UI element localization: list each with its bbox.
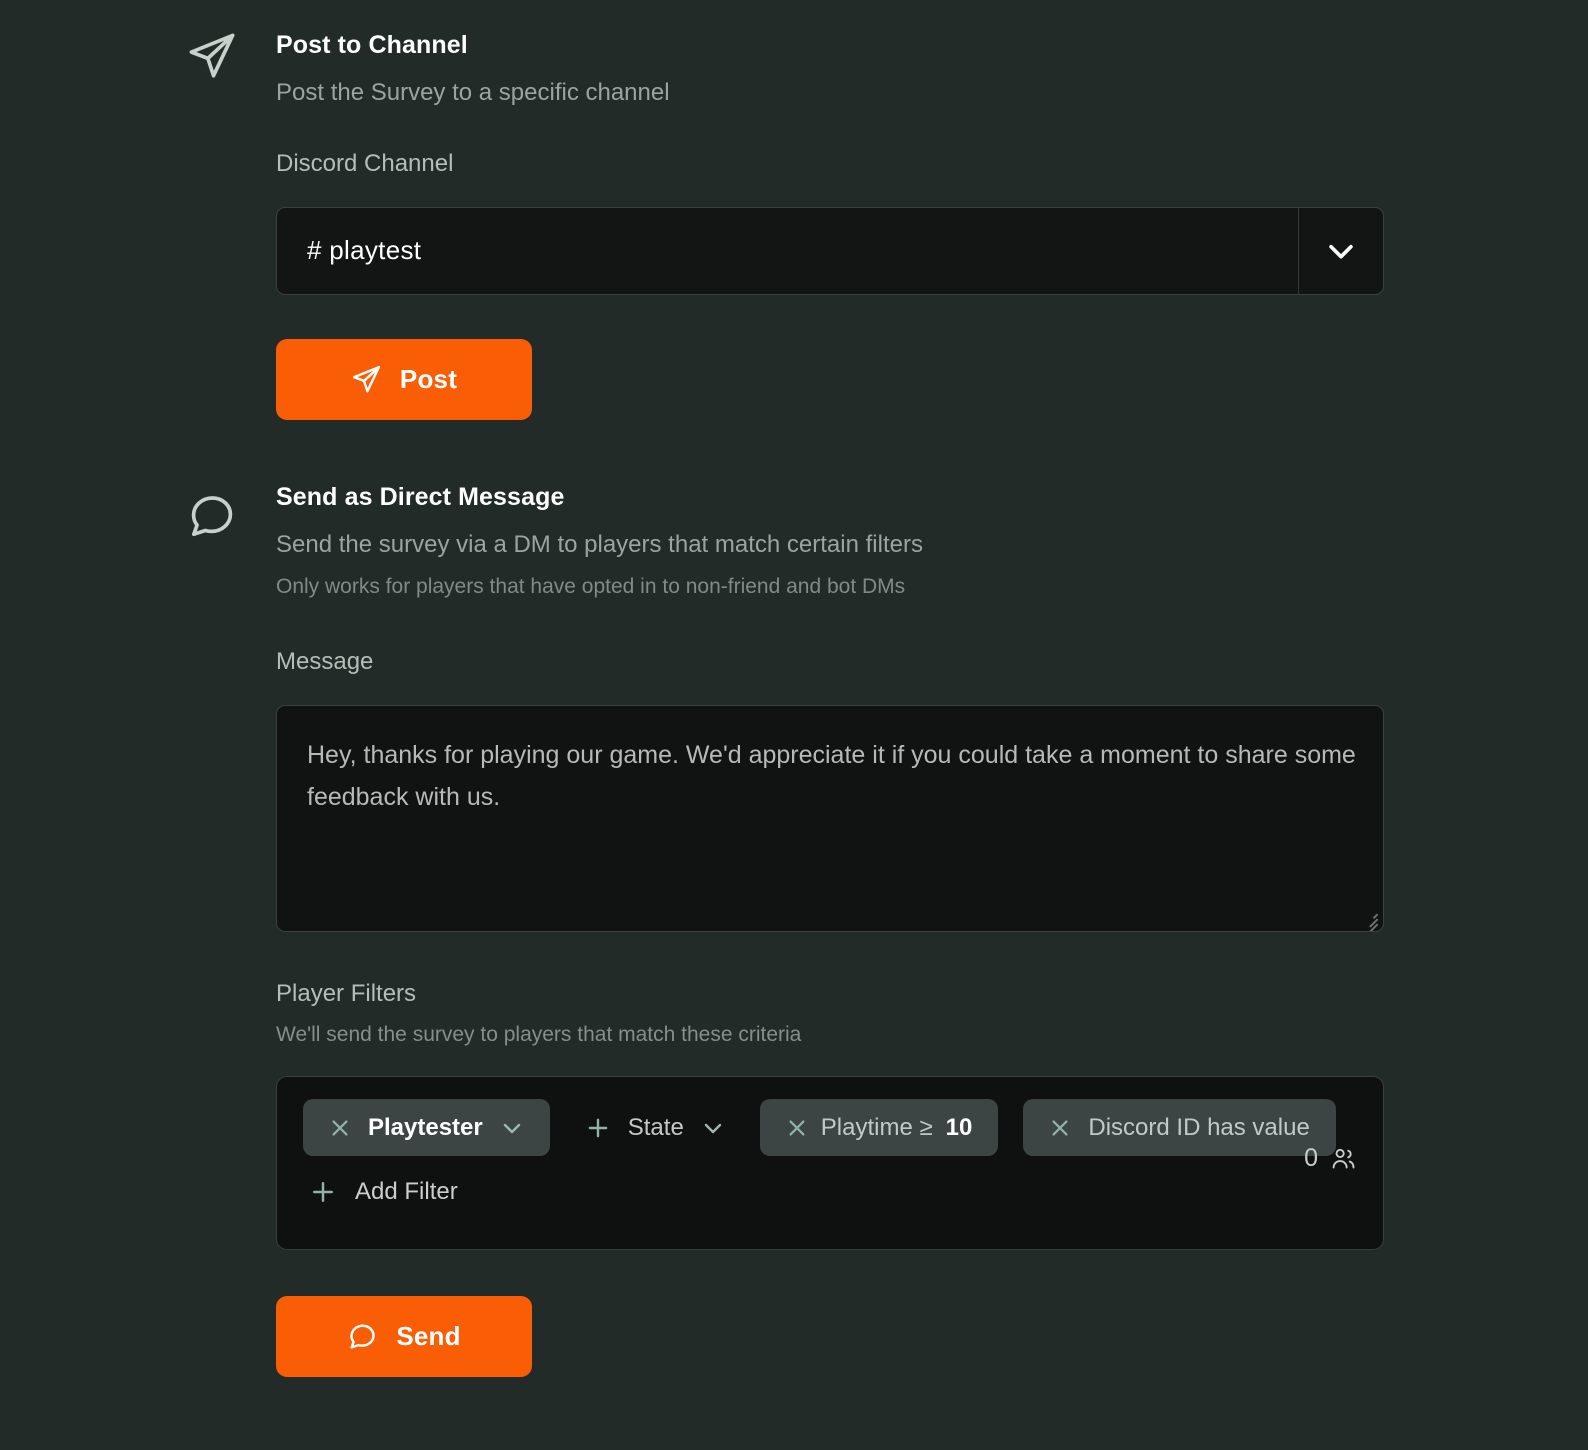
send-as-direct-message-section: Send as Direct Message Send the survey v… [0,482,1588,1377]
message-textarea-value: Hey, thanks for playing our game. We'd a… [307,734,1367,818]
filter-chip-row: Playtester [303,1099,1357,1156]
chat-bubble-icon [186,490,238,542]
discord-channel-select[interactable]: # playtest [276,207,1384,295]
plus-icon[interactable] [585,1115,611,1141]
dm-section-title: Send as Direct Message [276,482,1588,512]
resize-handle-icon[interactable] [1360,908,1378,926]
dm-section-body: Send as Direct Message Send the survey v… [276,482,1588,1377]
close-icon[interactable] [786,1117,808,1139]
paper-plane-icon [351,364,382,395]
filter-chip-label: State [628,1114,684,1142]
matching-players-number: 0 [1304,1144,1318,1173]
filter-chip-playtester[interactable]: Playtester [303,1099,550,1156]
people-icon [1330,1145,1357,1172]
add-filter-label: Add Filter [355,1178,458,1206]
chat-bubble-icon [347,1321,378,1352]
message-label: Message [276,648,1588,677]
filter-chip-label: Playtime ≥ [821,1114,933,1142]
filter-chip-discord-id[interactable]: Discord ID has value [1023,1099,1335,1156]
send-button-label: Send [396,1321,460,1352]
post-button[interactable]: Post [276,339,532,420]
filter-chip-playtime[interactable]: Playtime ≥ 10 [760,1099,999,1156]
paper-plane-icon [186,30,238,82]
player-filters-label: Player Filters [276,980,1588,1009]
add-filter-button[interactable]: Add Filter [309,1178,458,1206]
plus-icon [309,1178,337,1206]
post-section-body: Post to Channel Post the Survey to a spe… [276,30,1588,420]
filter-chip-value: 10 [946,1114,973,1142]
player-filters-description: We'll send the survey to players that ma… [276,1022,1588,1048]
player-filters-panel: Playtester [276,1076,1384,1250]
post-section-subtitle: Post the Survey to a specific channel [276,78,1588,108]
close-icon[interactable] [1049,1117,1071,1139]
chevron-down-icon[interactable] [1298,208,1383,294]
dm-section-subtitle: Send the survey via a DM to players that… [276,530,1588,560]
discord-channel-value: # playtest [277,208,1298,294]
post-to-channel-section: Post to Channel Post the Survey to a spe… [0,30,1588,420]
post-button-label: Post [400,364,457,395]
matching-players-count: 0 [1304,1144,1357,1173]
close-icon[interactable] [329,1117,351,1139]
message-textarea[interactable]: Hey, thanks for playing our game. We'd a… [276,705,1384,932]
chevron-down-icon[interactable] [701,1116,725,1140]
filter-chip-label: Playtester [368,1114,483,1142]
post-section-title: Post to Channel [276,30,1588,60]
dm-section-note: Only works for players that have opted i… [276,574,1588,600]
page-root: Post to Channel Post the Survey to a spe… [0,0,1588,1450]
filter-chip-label: Discord ID has value [1088,1114,1309,1142]
filter-chip-state[interactable]: State [575,1099,735,1156]
discord-channel-label: Discord Channel [276,150,1588,179]
send-button[interactable]: Send [276,1296,532,1377]
chevron-down-icon[interactable] [500,1116,524,1140]
